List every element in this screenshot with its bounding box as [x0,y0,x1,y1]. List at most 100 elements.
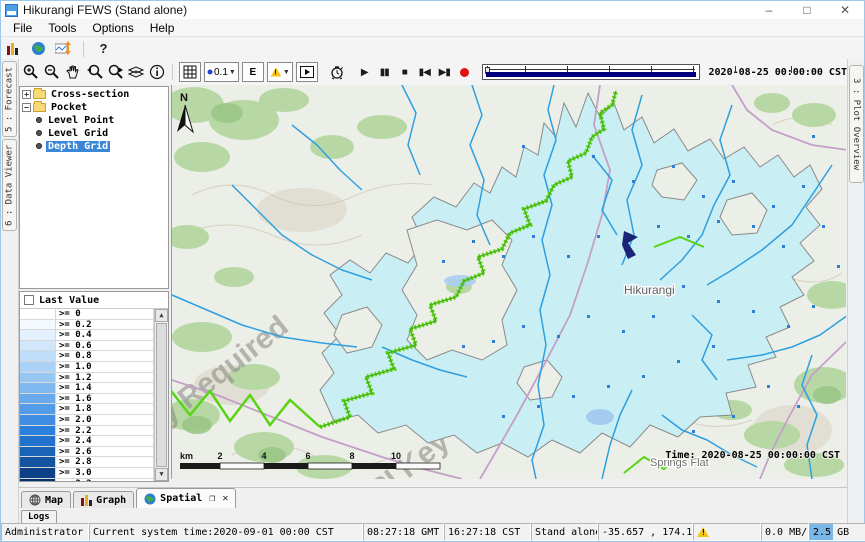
bar-chart-icon [81,495,92,506]
folder-icon [33,90,46,99]
zoom-in-icon[interactable] [22,63,40,81]
status-user: Administrator [1,523,89,541]
legend-row: >= 2.8 [20,457,154,468]
label-toggle-button[interactable]: E [242,62,264,82]
folder-icon [33,103,46,112]
legend-row: >= 0 [20,309,154,320]
tab-graph[interactable]: Graph [73,491,134,508]
menu-tools[interactable]: Tools [41,20,83,36]
close-button[interactable]: ✕ [826,1,864,19]
step-back-button[interactable]: ▮◀ [416,67,433,78]
warning-dropdown[interactable]: ▼ [267,62,293,82]
legend-row: >= 0.4 [20,330,154,341]
legend-row: >= 2.6 [20,447,154,458]
globe-grid-icon [29,494,41,506]
scroll-up-icon[interactable]: ▲ [155,309,168,322]
warning-icon [270,68,281,77]
menu-help[interactable]: Help [143,20,182,36]
database-icon[interactable] [5,41,22,57]
logs-button[interactable]: Logs [21,510,57,524]
map-toolbar: 0.1 ▼ E ▼ ▶ ▮▮ ■ ▮◀ ▶▮ 2020- [19,59,847,85]
node-bullet-icon [36,143,42,149]
menu-file[interactable]: File [6,20,39,36]
zoom-next-icon[interactable] [106,63,124,81]
record-button[interactable] [460,68,469,77]
tree-item-label: Level Point [46,115,116,126]
status-system-time: Current system time:2020-09-01 00:00 CST [89,523,363,541]
tree-item-level-grid[interactable]: Level Grid [34,127,168,139]
tree-item-pocket[interactable]: − Pocket [20,101,168,113]
tab-spatial[interactable]: Spatial ❐ ✕ [136,488,236,508]
expand-icon[interactable]: + [22,90,31,99]
status-gmt-time: 08:27:18 GMT [363,523,444,541]
main-toolbar: ? [1,38,864,59]
map-view[interactable]: API Key Required API Key Required [171,85,846,479]
legend-row: >= 0.6 [20,341,154,352]
timeline-date: 2020-08-25 00:00:00 CST [709,67,847,78]
map-canvas[interactable]: API Key Required API Key Required [172,85,846,479]
tree-item-level-point[interactable]: Level Point [34,114,168,126]
last-value-checkbox[interactable] [24,295,34,305]
tab-maximize-icon[interactable]: ❐ [209,493,215,504]
info-icon[interactable] [148,63,166,81]
tab-close-icon[interactable]: ✕ [222,493,228,504]
legend-row: >= 1.2 [20,373,154,384]
layers-icon[interactable] [127,63,145,81]
scrollbar-thumb[interactable] [156,323,167,467]
play-button[interactable]: ▶ [356,67,373,78]
minimize-button[interactable]: – [750,1,788,19]
zoom-previous-icon[interactable] [85,63,103,81]
app-logo-icon [5,4,18,17]
maximize-button[interactable]: □ [788,1,826,19]
tab-graph-label: Graph [96,495,126,506]
stopwatch-icon[interactable] [329,63,347,81]
tree-item-label: Cross-section [49,89,131,100]
stop-button[interactable]: ■ [396,67,413,78]
svg-text:6: 6 [305,451,310,461]
legend-row: >= 1.8 [20,404,154,415]
node-bullet-icon [36,130,42,136]
status-network-rate: 0.0 MB/s [761,523,809,541]
tab-map[interactable]: Map [21,491,71,508]
data-viewer-panel: + Cross-section − Pocket Level Point Lev… [19,85,170,485]
tab-plot-overview[interactable]: 3 : Plot Overview [849,65,864,183]
tree-item-label-selected: Depth Grid [46,141,110,152]
svg-text:N: N [180,92,188,104]
grid-toggle-button[interactable] [179,62,201,82]
tree-item-cross-section[interactable]: + Cross-section [20,88,168,100]
filter-tree: + Cross-section − Pocket Level Point Lev… [19,86,169,289]
tab-spatial-label: Spatial [160,493,202,504]
legend-swatch [20,309,56,319]
pan-hand-icon[interactable] [64,63,82,81]
time-slider[interactable] [482,64,700,80]
status-coordinates: -35.657 , 174.199 [598,523,693,541]
step-forward-button[interactable]: ▶▮ [436,67,453,78]
legend-row: >= 1.6 [20,394,154,405]
tab-data-viewer[interactable]: 6 : Data Viewer [2,139,17,231]
legend-scrollbar[interactable]: ▲ ▼ [154,309,168,481]
help-button[interactable]: ? [95,41,112,57]
timeseries-import-icon[interactable] [55,41,72,57]
zoom-out-icon[interactable] [43,63,61,81]
svg-text:4: 4 [261,451,266,461]
animation-panel-button[interactable] [296,62,318,82]
map-display-icon[interactable] [30,41,47,57]
tree-item-depth-grid[interactable]: Depth Grid [34,140,168,152]
bottom-tab-bar: Map Graph Spatial ❐ ✕ [19,487,847,508]
menu-options[interactable]: Options [85,20,140,36]
node-bullet-icon [36,117,42,123]
time-slider-range [486,72,696,77]
legend-row: >= 2.0 [20,415,154,426]
title-bar: Hikurangi FEWS (Stand alone) – □ ✕ [1,1,864,19]
legend-row: >= 3.0 [20,468,154,479]
status-memory: 2.5 GB [809,523,865,541]
tree-item-label: Level Grid [46,128,110,139]
tab-forecast[interactable]: 5 : Forecast [2,61,17,137]
scroll-down-icon[interactable]: ▼ [155,468,168,481]
collapse-icon[interactable]: − [22,103,31,112]
legend-row: >= 1.0 [20,362,154,373]
threshold-dropdown[interactable]: 0.1 ▼ [204,62,239,82]
map-time-label: Time: 2020-08-25 00:00:00 CST [665,449,840,461]
pause-button[interactable]: ▮▮ [376,67,393,78]
status-warning[interactable] [693,523,761,541]
